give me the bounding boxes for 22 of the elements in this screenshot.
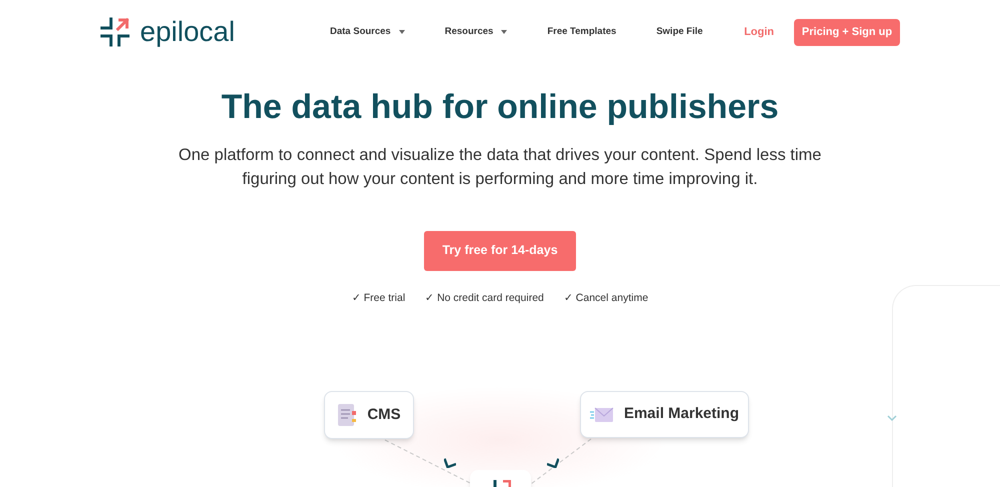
envelope-icon — [590, 406, 614, 422]
nav-link[interactable]: Data Sources — [330, 24, 405, 40]
hero-title: The data hub for online publishers — [221, 87, 779, 128]
hero-subtitle: One platform to connect and visualize the data that drives your content. Spend less time figuring out how your content is performing and more time improving it. — [178, 144, 822, 190]
document-icon — [337, 403, 358, 427]
perk-text: ✓ Cancel anytime — [564, 290, 648, 306]
logo-icon — [490, 480, 510, 487]
nav-link[interactable]: Free Templates — [547, 24, 616, 40]
source-label: Email Marketing — [624, 404, 740, 424]
caret-icon — [501, 30, 508, 34]
connector-line — [530, 438, 592, 485]
perk-text: ✓ No credit card required — [425, 290, 544, 306]
caret-icon — [398, 30, 405, 34]
chevron-icon — [444, 456, 456, 468]
source-label: CMS — [367, 404, 401, 425]
logo-icon — [100, 17, 130, 47]
nav-link[interactable]: Resources — [444, 24, 508, 40]
chevron-down-icon — [887, 415, 897, 422]
nav-link[interactable]: Swipe File — [656, 24, 703, 40]
chevron-icon — [547, 456, 559, 468]
brand-name[interactable]: epilocal — [140, 18, 235, 46]
perk-text: ✓ Free trial — [352, 290, 406, 306]
